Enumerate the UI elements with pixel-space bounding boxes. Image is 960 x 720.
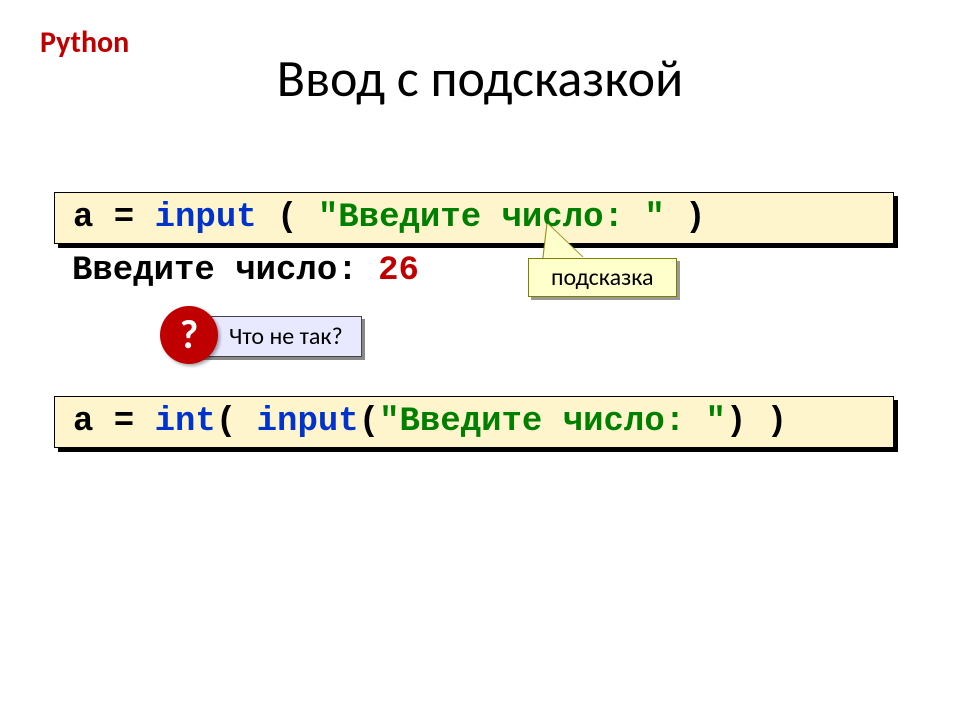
question-callout: Что не так?	[200, 316, 362, 357]
callout-tail	[538, 219, 583, 262]
code-keyword-input: input	[155, 199, 257, 237]
code-keyword-input: input	[257, 403, 359, 441]
code-text: (	[216, 403, 257, 441]
code-string: "Введите число: "	[318, 199, 665, 237]
slide-title: Ввод с подсказкой	[0, 46, 960, 110]
code-text: (	[257, 199, 318, 237]
console-output: Введите число: 26	[72, 252, 419, 290]
code-text: a =	[73, 403, 155, 441]
code-string: "Введите число: "	[379, 403, 726, 441]
code-block-bottom: a = int( input("Введите число: ") )	[54, 396, 894, 448]
code-keyword-int: int	[155, 403, 216, 441]
code-text: ) )	[726, 403, 787, 441]
output-prompt: Введите число:	[72, 252, 378, 290]
question-mark-icon: ?	[160, 306, 218, 364]
code-block-top: a = input ( "Введите число: " )	[54, 192, 894, 244]
code-text: a =	[73, 199, 155, 237]
code-text: )	[665, 199, 706, 237]
output-user-input: 26	[378, 252, 419, 290]
code-text: (	[359, 403, 379, 441]
hint-callout: подсказка	[528, 258, 677, 297]
